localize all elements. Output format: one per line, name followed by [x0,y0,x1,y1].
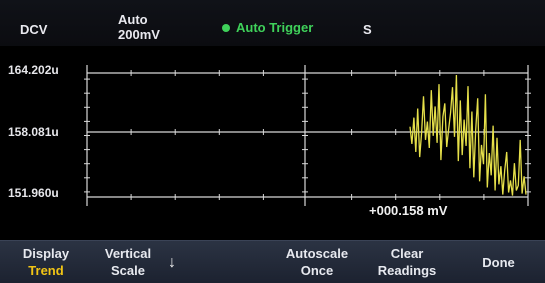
range-line-1: Auto [118,12,148,27]
trend-plot: 164.202u 158.081u 151.960u +000.158 mV [0,46,545,240]
arrow-down-icon: ↓ [168,254,176,271]
softkey-vertical-scale[interactable]: Vertical Scale [92,241,164,283]
softkey-display-trend[interactable]: Display Trend [0,241,92,283]
softkey-label: Done [482,254,515,270]
trend-chart [84,65,531,206]
speed-indicator: S [363,22,372,37]
softkey-label: Vertical [104,246,152,261]
trigger-label: Auto Trigger [236,20,314,35]
range-indicator: Auto 200mV [118,12,160,42]
status-bar: DCV Auto 200mV Auto Trigger S [0,0,545,46]
softkey-clear-readings[interactable]: Clear Readings [362,241,452,283]
softkey-sublabel: Readings [377,263,437,278]
softkey-sublabel: Once [300,263,334,278]
softkey-blank[interactable] [188,241,270,283]
range-line-2: 200mV [118,27,160,42]
dmm-screen: DCV Auto 200mV Auto Trigger S 164.202u 1… [0,0,545,283]
live-readout: +000.158 mV [369,203,448,218]
trend-trace [409,74,527,196]
trigger-dot-icon [222,23,230,32]
softkey-sublabel: Scale [111,263,145,278]
trigger-status: Auto Trigger [222,20,313,35]
softkey-sublabel: Trend [28,263,64,278]
plot-grid [84,65,531,206]
y-label-top: 164.202u [8,63,59,77]
y-label-bottom: 151.960u [8,186,59,200]
y-label-mid: 158.081u [8,125,59,139]
softkey-label: Autoscale [285,246,349,261]
softkey-label: Clear [390,246,424,261]
measure-mode: DCV [20,22,48,37]
softkey-autoscale-once[interactable]: Autoscale Once [272,241,362,283]
softkey-bar: Display Trend Vertical Scale ↓ Autoscale… [0,240,545,283]
softkey-label: Display [22,246,70,261]
softkey-done[interactable]: Done [452,241,545,283]
